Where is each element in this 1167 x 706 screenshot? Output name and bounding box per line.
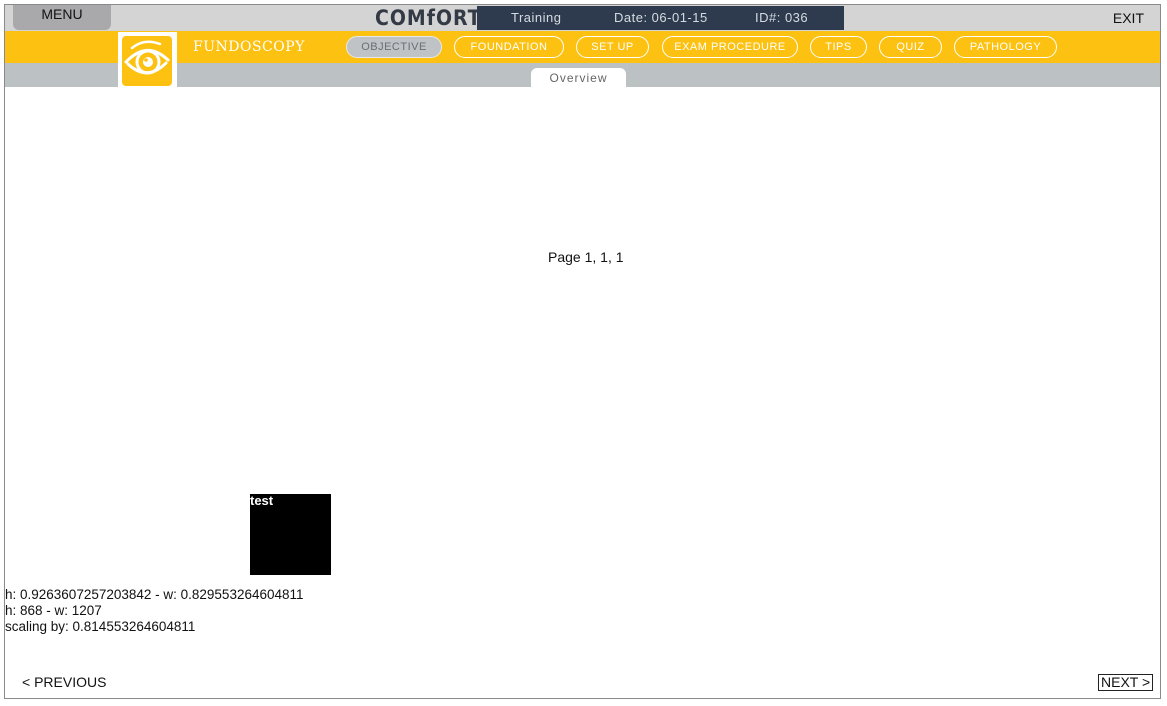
debug-line: scaling by: 0.814553264604811 — [5, 619, 196, 634]
tab-quiz[interactable]: QUIZ — [879, 36, 942, 58]
tab-objective[interactable]: OBJECTIVE — [346, 36, 442, 58]
session-id: ID#: 036 — [755, 10, 809, 25]
debug-line: h: 0.9263607257203842 - w: 0.82955326460… — [5, 587, 304, 602]
session-info: Training Date: 06-01-15 ID#: 036 — [477, 6, 844, 30]
top-bar: MENU COMfORT Training Date: 06-01-15 ID#… — [5, 5, 1160, 31]
eye-icon — [122, 36, 172, 86]
tab-pathology[interactable]: PATHOLOGY — [954, 36, 1057, 58]
module-logo — [118, 32, 177, 88]
subtab-overview[interactable]: Overview — [531, 68, 626, 87]
test-box-label: test — [250, 493, 274, 508]
session-date: Date: 06-01-15 — [614, 10, 708, 25]
next-button[interactable]: NEXT > — [1098, 674, 1154, 691]
page-indicator: Page 1, 1, 1 — [548, 249, 624, 265]
module-title: FUNDOSCOPY — [193, 39, 305, 55]
exit-button[interactable]: EXIT — [1113, 5, 1144, 31]
previous-button[interactable]: < PREVIOUS — [22, 674, 106, 690]
tab-foundation[interactable]: FOUNDATION — [454, 36, 564, 58]
session-mode: Training — [511, 10, 562, 25]
test-box: test — [250, 494, 331, 575]
tab-tips[interactable]: TIPS — [810, 36, 867, 58]
tab-exam-procedure[interactable]: EXAM PROCEDURE — [662, 36, 798, 58]
debug-line: h: 868 - w: 1207 — [5, 603, 102, 618]
tab-set-up[interactable]: SET UP — [576, 36, 649, 58]
app-frame: MENU COMfORT Training Date: 06-01-15 ID#… — [4, 4, 1161, 699]
menu-button[interactable]: MENU — [13, 5, 111, 30]
brand-logo: COMfORT — [375, 6, 482, 30]
